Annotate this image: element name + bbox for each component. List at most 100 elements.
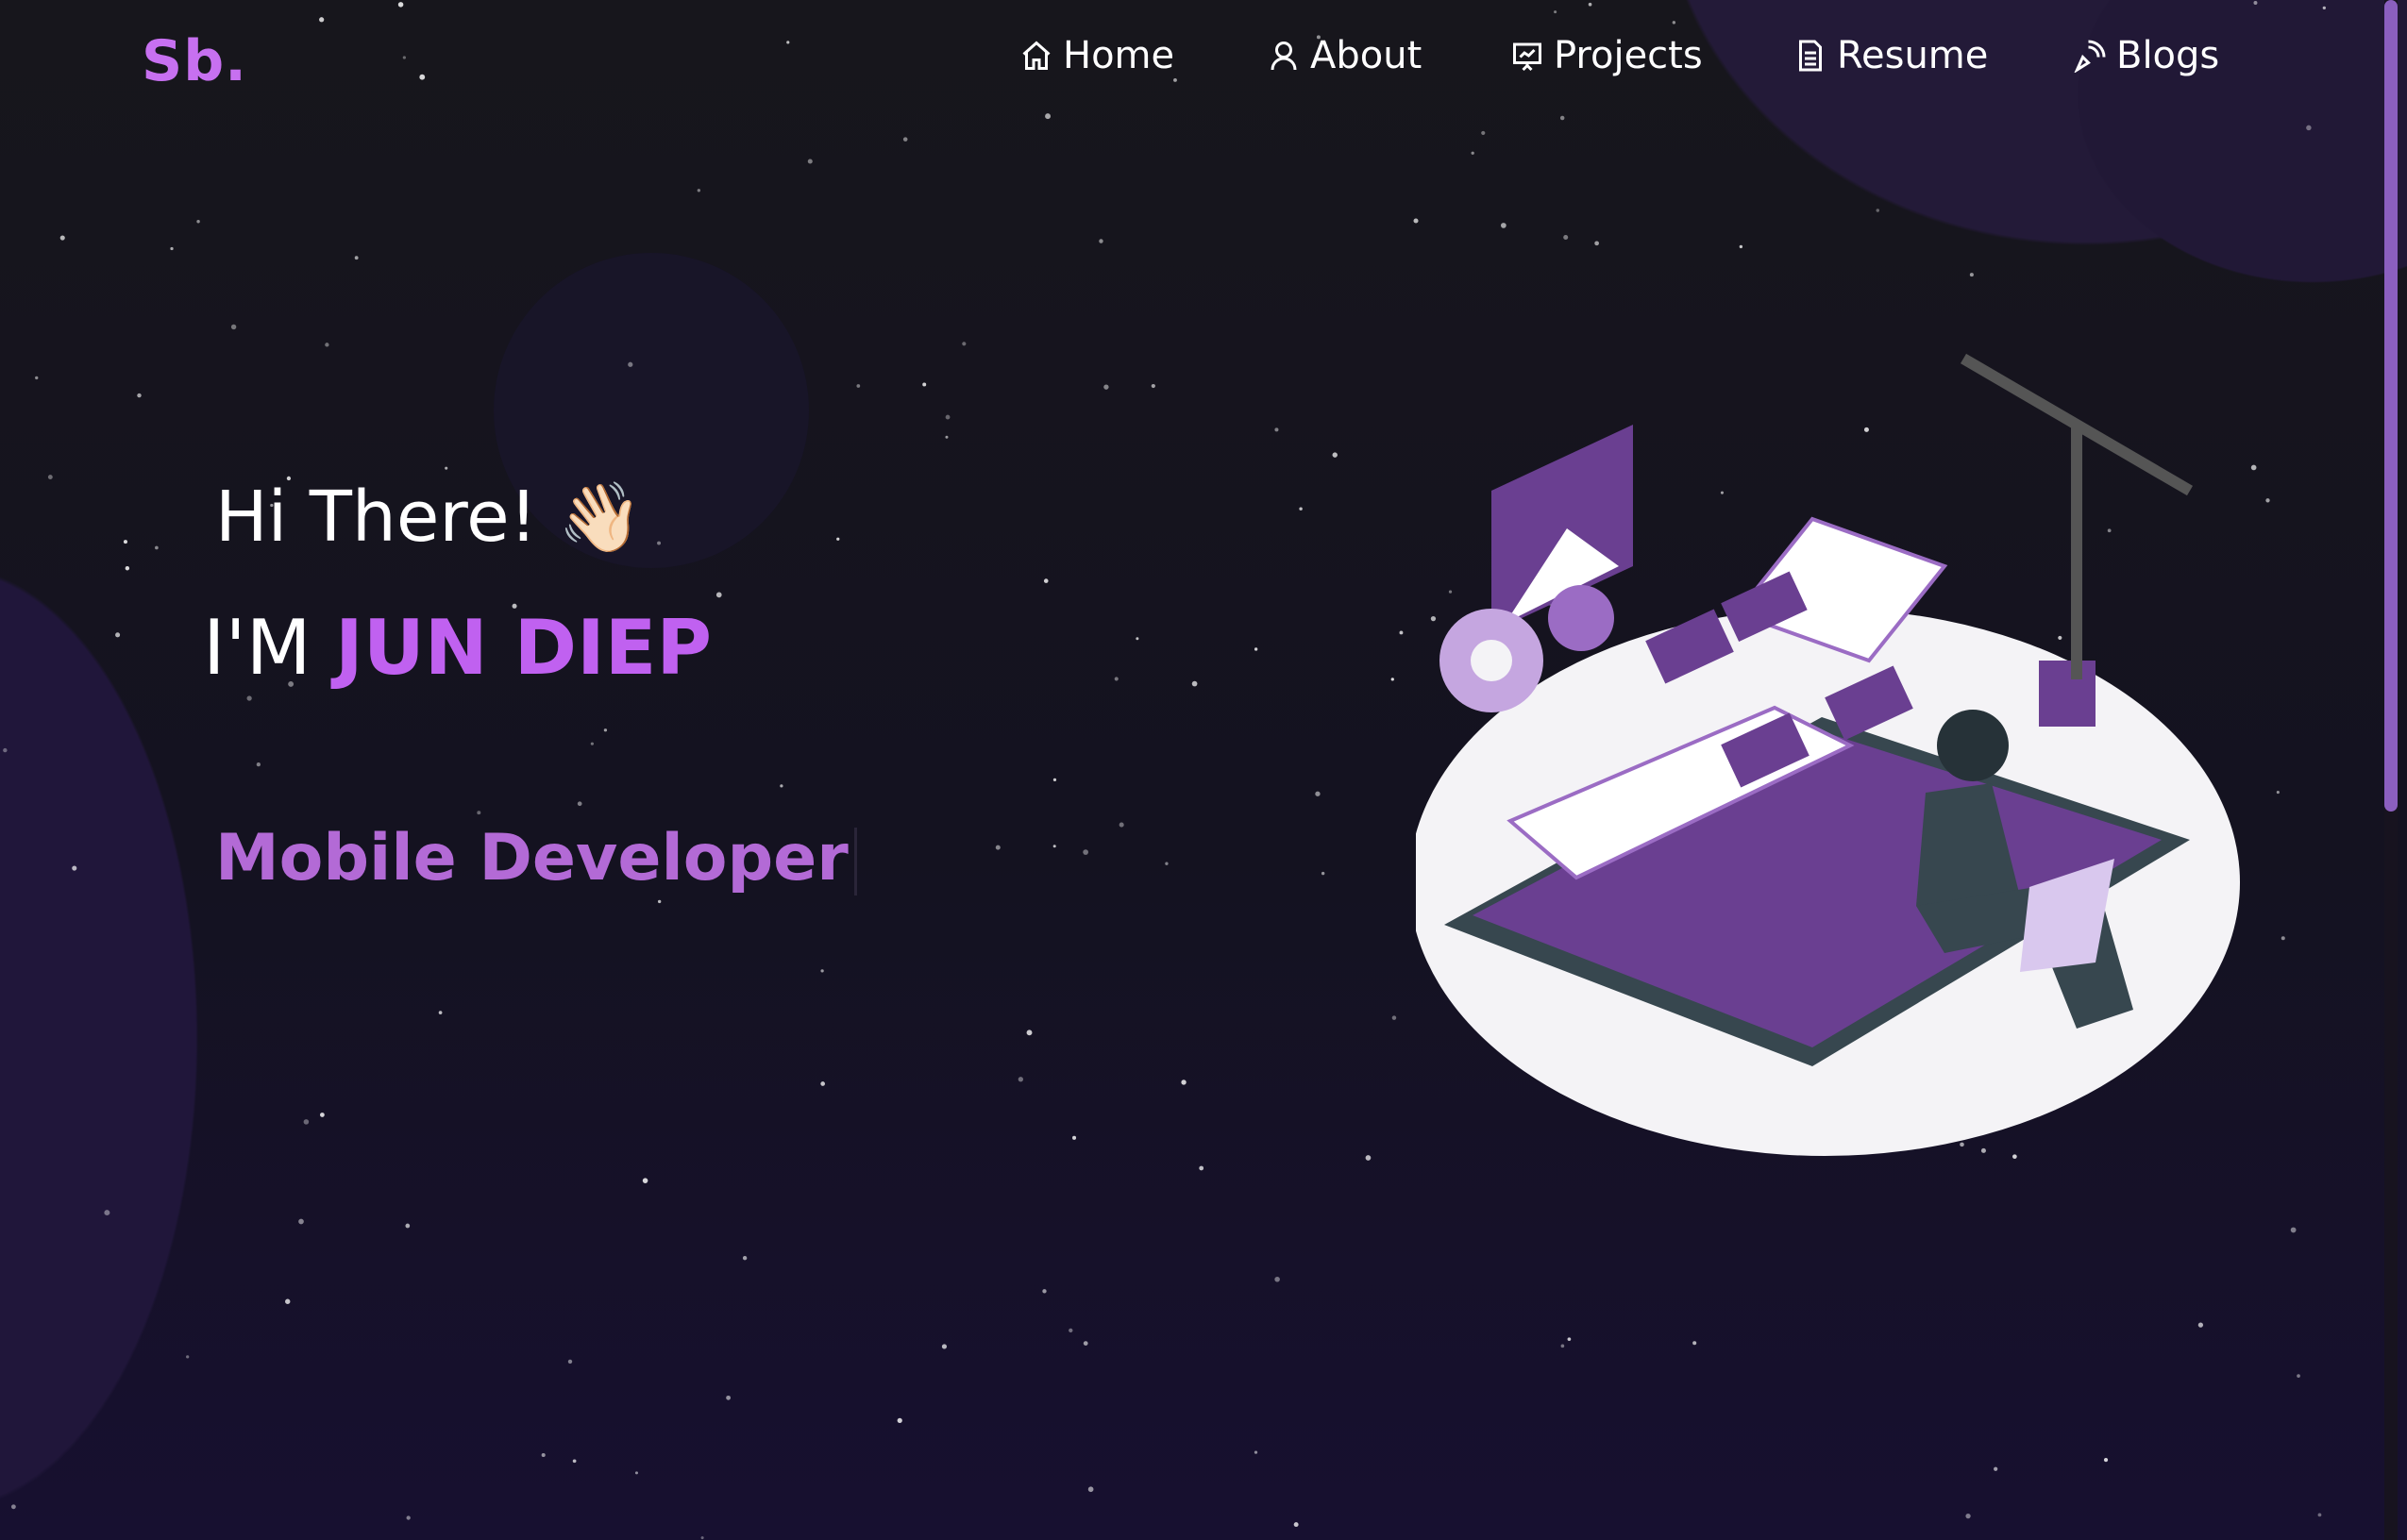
star [35, 376, 39, 380]
star [2290, 1227, 2297, 1233]
star [657, 541, 662, 545]
star [2317, 1513, 2322, 1517]
star [1083, 1341, 1088, 1346]
star [697, 189, 701, 192]
star [72, 865, 77, 871]
star [1099, 239, 1103, 243]
star [902, 137, 908, 142]
star [325, 343, 329, 347]
star [1321, 871, 1325, 876]
nav-home[interactable]: Home [1019, 34, 1174, 77]
star [319, 17, 325, 23]
star [1293, 1522, 1299, 1528]
star [115, 632, 121, 638]
star [1069, 1328, 1073, 1333]
star [820, 1081, 826, 1086]
star [2197, 1322, 2204, 1328]
document-icon [1799, 40, 1822, 72]
star [1018, 1077, 1023, 1082]
star [2253, 1, 2258, 5]
star [1087, 1486, 1094, 1493]
star [820, 969, 824, 973]
star [1563, 235, 1569, 241]
star [47, 475, 53, 480]
star [577, 801, 582, 807]
nav-about[interactable]: About [1267, 34, 1422, 77]
star [1191, 680, 1198, 687]
star [1119, 822, 1124, 828]
name-text: JUN DIEP [335, 604, 713, 692]
typewriter-role: Mobile Developer [215, 821, 857, 896]
star [10, 1504, 16, 1510]
star [1876, 209, 1880, 212]
star [1052, 778, 1057, 782]
greeting-text: Hi There! [215, 477, 538, 558]
star [137, 393, 142, 398]
home-icon [1022, 41, 1051, 70]
star [2276, 791, 2280, 795]
star [1969, 273, 1974, 277]
star [59, 235, 65, 241]
wave-emoji: 👋🏻 [558, 477, 644, 557]
star [1481, 130, 1486, 136]
star [1103, 384, 1109, 390]
star [438, 1011, 443, 1014]
star [1500, 223, 1506, 228]
star [477, 811, 481, 815]
star [1274, 1276, 1280, 1282]
star [230, 324, 237, 330]
star [1594, 241, 1599, 246]
star [2306, 125, 2312, 131]
star [657, 899, 662, 904]
user-icon [1271, 42, 1297, 71]
star [1114, 677, 1119, 681]
star [1199, 1165, 1204, 1171]
star [897, 1417, 902, 1424]
star [700, 1536, 704, 1540]
scrollbar-thumb[interactable] [2384, 0, 2398, 812]
star [256, 762, 261, 767]
star [590, 742, 594, 745]
star [402, 56, 406, 59]
star [1299, 507, 1303, 511]
star [1471, 151, 1474, 155]
star [405, 1223, 411, 1229]
greeting: Hi There! 👋🏻 [215, 477, 643, 558]
star [1994, 1466, 1998, 1471]
star [1173, 78, 1177, 82]
star [945, 435, 949, 439]
star [1365, 1155, 1372, 1161]
star [1042, 1289, 1047, 1294]
nav-label: About [1310, 34, 1422, 77]
star [1026, 1029, 1033, 1036]
star [406, 1515, 411, 1520]
star [397, 2, 404, 8]
nav-label: Blogs [2116, 34, 2220, 77]
star [922, 382, 927, 387]
logo[interactable]: Sb. [142, 28, 247, 94]
typing-cursor [853, 828, 857, 896]
star [2322, 6, 2326, 10]
star [1045, 113, 1052, 120]
star [419, 74, 426, 80]
star [1588, 2, 1592, 7]
star [125, 566, 130, 571]
nav-resume[interactable]: Resume [1793, 34, 1988, 77]
star [2281, 936, 2285, 941]
star [1332, 452, 1338, 458]
star [354, 256, 359, 260]
star [836, 537, 840, 541]
nav-projects[interactable]: Projects [1510, 34, 1703, 77]
star [1072, 1135, 1077, 1140]
scrollbar[interactable] [2384, 0, 2398, 1540]
star [1254, 1450, 1258, 1454]
star [962, 342, 967, 346]
star [445, 466, 448, 470]
star [726, 1395, 731, 1400]
star [945, 414, 951, 420]
star [170, 246, 174, 251]
star [2265, 498, 2270, 503]
nav-blogs[interactable]: Blogs [2073, 34, 2219, 77]
nav-label: Home [1063, 34, 1175, 77]
star [603, 728, 608, 732]
